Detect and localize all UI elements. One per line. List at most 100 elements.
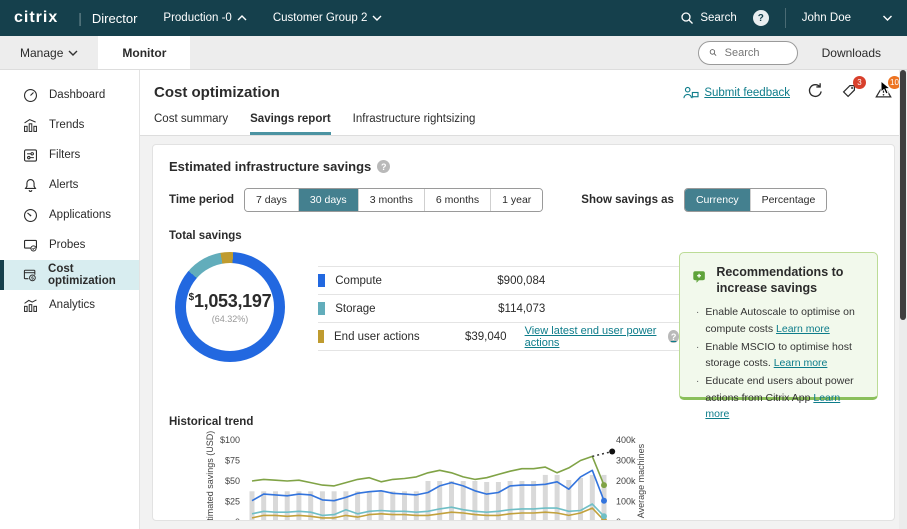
sidebar-item-dashboard[interactable]: Dashboard [0, 80, 139, 110]
savings-breakdown-table: Compute$900,084Storage$114,073End user a… [318, 266, 679, 400]
legend-swatch [318, 274, 325, 287]
recommendation-item: ·Educate end users about power actions f… [696, 373, 865, 422]
tab-cost-summary[interactable]: Cost summary [154, 113, 228, 135]
recommendation-text: Educate end users about power actions fr… [705, 373, 865, 422]
monitor-tab[interactable]: Monitor [98, 36, 190, 69]
sidebar-item-label: Filters [49, 149, 80, 161]
savings-card: Estimated infrastructure savings ? Time … [152, 144, 895, 521]
toolbar-search[interactable] [698, 41, 798, 65]
y-tick-right: 100k [616, 497, 636, 507]
time-period-label: Time period [169, 194, 234, 206]
savings-mode-segment: CurrencyPercentage [684, 188, 827, 212]
bullet: · [696, 373, 700, 422]
sidebar-item-cost-optimization[interactable]: $Cost optimization [0, 260, 139, 290]
recommendation-item: ·Enable Autoscale to optimise on compute… [696, 304, 865, 337]
bar-power-managed-machines [390, 491, 395, 521]
learn-more-link[interactable]: Learn more [776, 323, 830, 335]
mode-currency[interactable]: Currency [685, 189, 751, 211]
bullet: · [696, 339, 700, 372]
environment-label: Production -0 [163, 12, 231, 24]
downloads-link[interactable]: Downloads [822, 46, 881, 60]
topbar-divider [785, 8, 786, 28]
chevron-up-icon [237, 14, 247, 22]
refresh-icon [806, 82, 824, 100]
bullet: · [696, 304, 700, 337]
tags-button[interactable]: 3 [840, 82, 858, 103]
bar-power-managed-machines [531, 481, 536, 521]
tag-count-badge: 3 [853, 76, 866, 89]
dashboard-icon [22, 87, 39, 104]
applications-icon [22, 207, 39, 224]
breakdown-row-storage: Storage$114,073 [318, 295, 679, 323]
environment-selector[interactable]: Production -0 [163, 12, 246, 24]
mode-percentage[interactable]: Percentage [751, 189, 827, 211]
bar-power-managed-machines [379, 491, 384, 521]
alerts-icon [22, 177, 39, 194]
sidebar-item-analytics[interactable]: Analytics [0, 290, 139, 320]
page-title: Cost optimization [154, 84, 280, 101]
sidebar-item-label: Cost optimization [48, 263, 139, 287]
global-search-button[interactable]: Search [680, 11, 736, 25]
help-icon[interactable]: ? [753, 10, 769, 26]
sidebar-item-label: Alerts [49, 179, 78, 191]
view-power-actions-link[interactable]: View latest end user power actions? [525, 325, 679, 349]
sidebar-item-trends[interactable]: Trends [0, 110, 139, 140]
legend-swatch [318, 302, 325, 315]
feedback-icon [682, 85, 699, 100]
bar-power-managed-machines [590, 475, 595, 521]
nav-bar: Manage Monitor Downloads [0, 36, 907, 70]
content-header: Cost optimization Submit feedback 3 [140, 70, 907, 136]
sidebar-item-label: Applications [49, 209, 111, 221]
manage-menu[interactable]: Manage [0, 36, 98, 69]
tab-savings-report[interactable]: Savings report [250, 113, 331, 135]
breakdown-label: Storage [335, 303, 475, 315]
period-6-months[interactable]: 6 months [425, 189, 491, 211]
total-savings-amount: $1,053,197 [189, 291, 272, 312]
y-tick-left: $50 [225, 476, 240, 486]
sidebar-item-label: Probes [49, 239, 85, 251]
period-7-days[interactable]: 7 days [245, 189, 299, 211]
submit-feedback-link[interactable]: Submit feedback [682, 85, 790, 100]
sidebar-item-alerts[interactable]: Alerts [0, 170, 139, 200]
sidebar-item-filters[interactable]: Filters [0, 140, 139, 170]
bar-power-managed-machines [402, 491, 407, 521]
vertical-scrollbar[interactable] [899, 70, 907, 529]
sidebar-item-applications[interactable]: Applications [0, 200, 139, 230]
chevron-down-icon [882, 14, 893, 22]
recommendation-item: ·Enable MSCIO to optimise host storage c… [696, 339, 865, 372]
bar-power-managed-machines [332, 491, 337, 521]
breakdown-value: $39,040 [449, 331, 507, 343]
recommendation-text: Enable MSCIO to optimise host storage co… [705, 339, 865, 372]
tab-infrastructure-rightsizing[interactable]: Infrastructure rightsizing [353, 113, 476, 135]
user-menu[interactable]: John Doe [802, 12, 893, 24]
projected-savings-line [592, 452, 612, 457]
chevron-down-icon [372, 14, 382, 22]
sidebar-item-label: Dashboard [49, 89, 105, 101]
legend-swatch [318, 330, 324, 343]
card-help-icon[interactable]: ? [377, 160, 390, 173]
period-3-months[interactable]: 3 months [359, 189, 425, 211]
bar-power-managed-machines [296, 491, 301, 521]
link-help-icon[interactable]: ? [668, 330, 679, 343]
chevron-down-icon [68, 49, 78, 57]
product-name: Director [92, 11, 138, 26]
breakdown-value: $114,073 [475, 303, 545, 315]
analytics-icon [22, 297, 39, 314]
learn-more-link[interactable]: Learn more [774, 357, 828, 369]
sidebar: Dashboard Trends Filters Alerts Applications… [0, 70, 140, 529]
refresh-button[interactable] [806, 82, 824, 103]
period-1-year[interactable]: 1 year [491, 189, 542, 211]
user-name: John Doe [802, 12, 851, 24]
sidebar-item-label: Analytics [49, 299, 95, 311]
show-savings-label: Show savings as [581, 194, 674, 206]
search-input[interactable] [723, 46, 787, 60]
sidebar-item-probes[interactable]: Probes [0, 230, 139, 260]
customer-group-selector[interactable]: Customer Group 2 [273, 12, 383, 24]
bar-power-managed-machines [367, 491, 372, 521]
mouse-cursor [880, 80, 892, 96]
recommendation-icon [692, 265, 707, 289]
global-search-label: Search [700, 12, 736, 24]
period-30-days[interactable]: 30 days [299, 189, 359, 211]
y-tick-left: $25 [225, 497, 240, 507]
scrollbar-thumb[interactable] [900, 70, 906, 320]
